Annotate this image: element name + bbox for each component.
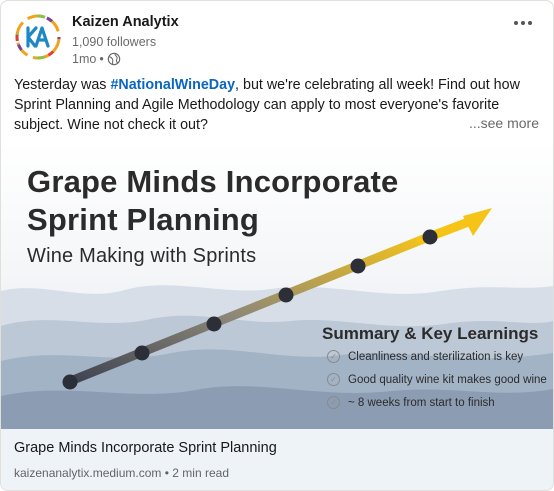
learning-text: Cleanliness and sterilization is key: [348, 350, 524, 363]
article-read-time: 2 min read: [172, 466, 229, 480]
image-subtitle: Wine Making with Sprints: [27, 245, 257, 267]
check-circle-icon: ✓: [327, 373, 340, 386]
check-circle-icon: ✓: [327, 350, 340, 363]
post-meta: 1mo •: [72, 52, 121, 66]
more-options-button[interactable]: [509, 13, 537, 33]
post-age: 1mo: [72, 52, 97, 66]
learning-item: ✓ Cleanliness and sterilization is key: [327, 350, 523, 363]
learning-item: ✓ Good quality wine kit makes good wine: [327, 373, 547, 386]
follower-count: 1,090 followers: [72, 35, 157, 49]
post-header: Kaizen Analytix 1,090 followers 1mo •: [1, 1, 553, 69]
learning-item: ✓ ~ 8 weeks from start to finish: [327, 396, 495, 409]
ellipsis-icon: [514, 21, 532, 25]
image-title-line-2: Sprint Planning: [27, 202, 260, 237]
article-title[interactable]: Grape Minds Incorporate Sprint Planning: [14, 440, 277, 456]
article-meta: kaizenanalytix.medium.com • 2 min read: [14, 466, 229, 480]
learning-text: Good quality wine kit makes good wine: [348, 373, 547, 386]
company-logo[interactable]: [14, 13, 62, 61]
article-image[interactable]: Grape Minds Incorporate Sprint Planning …: [1, 141, 553, 429]
summary-title: Summary & Key Learnings: [322, 324, 539, 343]
company-name[interactable]: Kaizen Analytix: [72, 14, 179, 30]
image-title: Grape Minds Incorporate Sprint Planning: [27, 163, 399, 239]
hashtag-link[interactable]: #NationalWineDay: [110, 77, 235, 93]
post-text-start: Yesterday was: [14, 77, 111, 93]
meta-separator: •: [99, 52, 104, 66]
post-text: Yesterday was #NationalWineDay, but we'r…: [14, 75, 539, 135]
image-title-line-1: Grape Minds Incorporate: [27, 164, 399, 199]
check-circle-icon: ✓: [327, 396, 340, 409]
see-more-button[interactable]: ...see more: [464, 115, 539, 131]
article-link-preview[interactable]: Grape Minds Incorporate Sprint Planning …: [1, 429, 553, 490]
post-card: Kaizen Analytix 1,090 followers 1mo • Ye…: [0, 0, 554, 491]
article-meta-separator: •: [164, 466, 169, 480]
article-domain: kaizenanalytix.medium.com: [14, 466, 162, 480]
learning-text: ~ 8 weeks from start to finish: [348, 396, 495, 409]
globe-icon: [107, 52, 120, 66]
